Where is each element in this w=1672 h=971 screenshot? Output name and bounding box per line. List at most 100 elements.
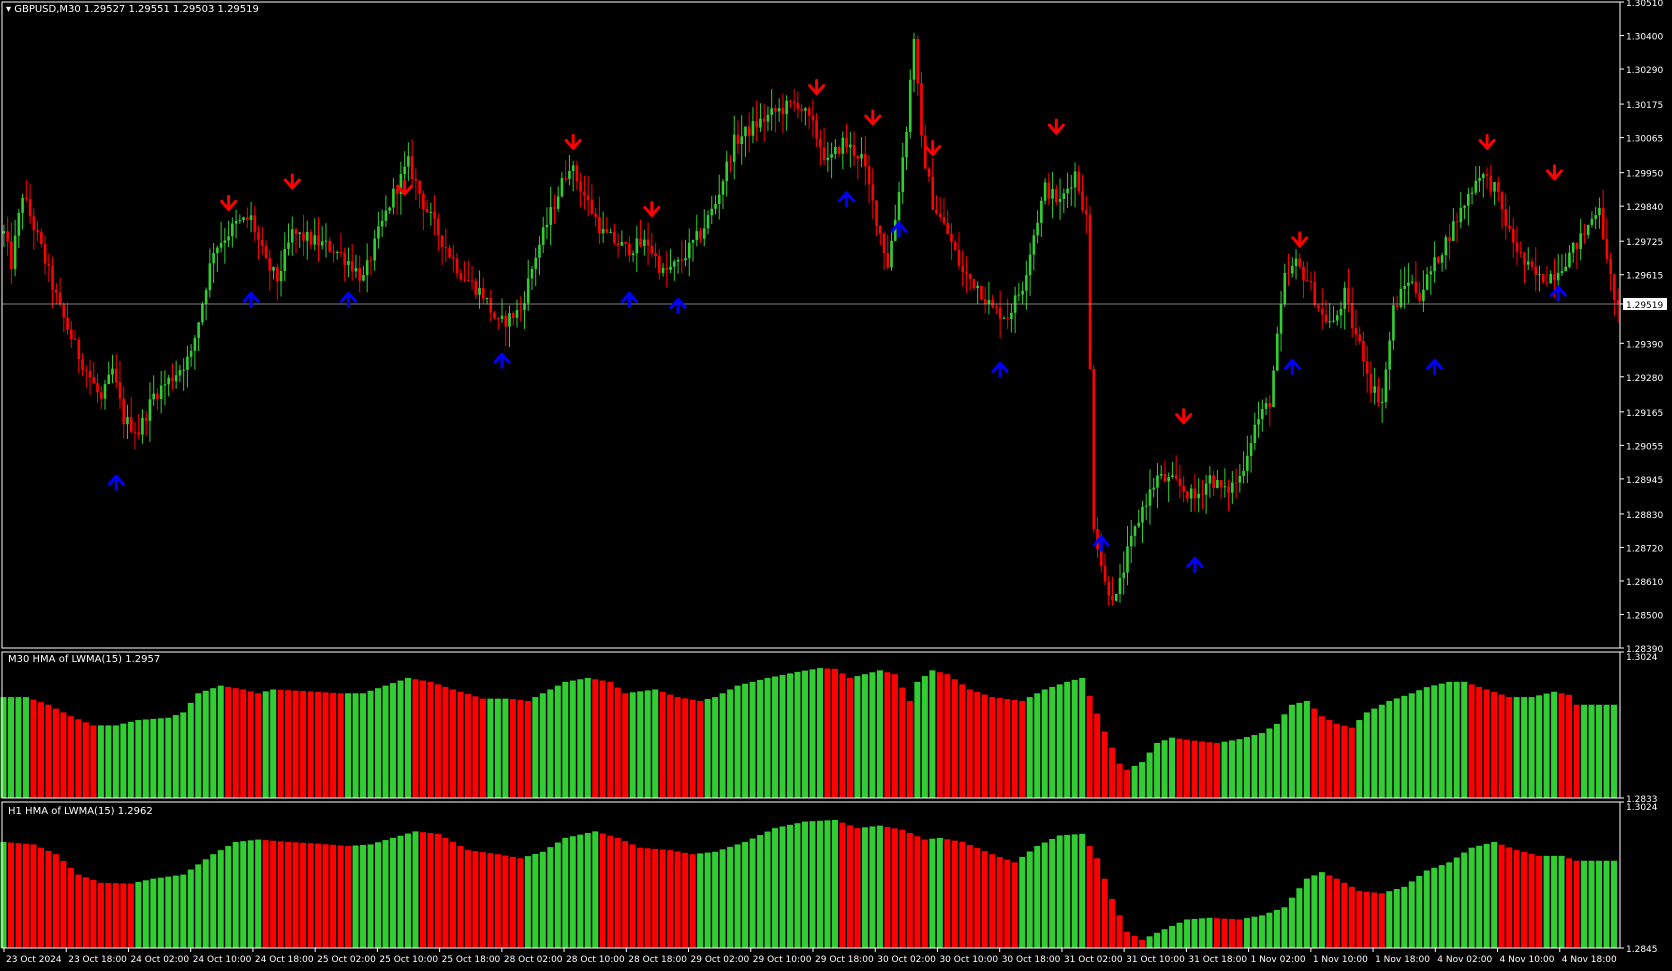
m30-hist-bar — [637, 691, 644, 798]
candle-body — [1410, 281, 1414, 283]
x-tick-label: 24 Oct 10:00 — [193, 955, 252, 965]
candle-body — [1463, 205, 1466, 208]
m30-hist-bar — [1199, 741, 1206, 798]
h1-hist-bar — [607, 835, 614, 948]
m30-hist-bar — [876, 670, 883, 798]
candle-body — [856, 155, 860, 159]
x-tick-label: 25 Oct 10:00 — [379, 955, 438, 965]
m30-hist-bar — [607, 681, 614, 798]
candle-body — [571, 165, 575, 172]
m30-hist-bar — [1228, 740, 1235, 798]
m30-hist-bar — [981, 694, 988, 798]
m30-hist-bar — [262, 691, 269, 798]
candle-body — [1579, 233, 1582, 250]
m30-hist-bar — [779, 674, 786, 798]
candle-body — [463, 279, 466, 281]
m30-hist-bar — [764, 677, 771, 798]
m30-hist-bar — [719, 693, 726, 798]
m30-hist-bar — [644, 690, 651, 798]
candle-body — [1122, 572, 1126, 579]
h1-hist-bar — [60, 860, 67, 948]
candle-body — [519, 310, 523, 312]
h1-hist-bar — [727, 846, 734, 948]
h1-hist-bar — [494, 854, 501, 948]
candle-body — [822, 147, 826, 161]
m30-hist-bar — [1468, 684, 1475, 798]
h1-hist-bar — [232, 841, 239, 948]
h1-hist-bar — [562, 837, 569, 948]
candle-body — [819, 138, 822, 148]
h1-hist-bar — [1363, 891, 1370, 948]
h1-hist-bar — [1273, 909, 1280, 948]
candle-body — [1066, 188, 1069, 194]
m30-hist-bar — [240, 689, 247, 798]
h1-hist-bar — [914, 836, 921, 948]
candle-body — [1261, 408, 1264, 420]
x-tick-label: 29 Oct 02:00 — [691, 955, 750, 965]
candle-body — [530, 268, 534, 279]
m30-hist-bar — [1026, 697, 1033, 798]
m30-hist-bar — [1273, 723, 1280, 798]
candle-body — [152, 393, 155, 400]
h1-hist-bar — [30, 844, 37, 948]
h1-hist-bar — [1071, 834, 1078, 948]
candle-body — [1141, 506, 1144, 523]
h1-hist-bar — [742, 841, 749, 948]
candle-body — [283, 248, 287, 271]
candle-body — [1403, 285, 1406, 289]
m30-hist-bar — [787, 673, 794, 798]
m30-y-tick-label: 1.3024 — [1626, 653, 1658, 663]
m30-hist-bar — [839, 673, 846, 798]
candle-body — [287, 242, 290, 249]
m30-hist-bar — [307, 691, 314, 798]
candle-body — [1362, 341, 1365, 362]
h1-hist-bar — [1558, 855, 1565, 948]
candle-body — [1407, 282, 1410, 286]
h1-hist-bar — [1296, 888, 1303, 948]
candle-body — [189, 350, 193, 357]
m30-hist-bar — [1348, 727, 1355, 798]
m30-hist-bar — [1184, 739, 1191, 798]
candle-body — [1219, 480, 1223, 488]
candle-body — [144, 417, 148, 421]
candle-body — [995, 307, 998, 309]
candle-body — [1373, 386, 1376, 393]
h1-hist-bar — [861, 827, 868, 948]
m30-hist-bar — [375, 688, 382, 798]
h1-hist-bar — [427, 832, 434, 948]
h1-hist-bar — [1401, 886, 1408, 948]
candle-body — [1489, 175, 1493, 192]
symbol-title: ▾ GBPUSD,M30 1.29527 1.29551 1.29503 1.2… — [6, 4, 259, 15]
candle-body — [511, 313, 515, 318]
x-tick-label: 31 Oct 10:00 — [1126, 955, 1185, 965]
dropdown-triangle-icon[interactable]: ▾ — [6, 4, 11, 15]
h1-hist-bar — [1303, 878, 1310, 948]
candle-body — [807, 108, 811, 116]
candle-body — [1504, 209, 1508, 226]
m30-hist-bar — [1034, 693, 1041, 798]
m30-hist-bar — [734, 685, 741, 798]
m30-hist-bar — [524, 700, 531, 798]
candle-body — [186, 356, 189, 370]
candle-body — [1545, 282, 1549, 284]
candle-body — [1429, 271, 1433, 275]
candle-body — [1556, 272, 1560, 281]
y-tick-label: 1.28610 — [1626, 578, 1663, 588]
m30-hist-bar — [1086, 695, 1093, 798]
m30-hist-bar — [277, 689, 284, 798]
candle-body — [1178, 478, 1182, 486]
candle-body — [1414, 281, 1418, 293]
h1-hist-bar — [1326, 875, 1333, 948]
m30-hist-bar — [629, 692, 636, 798]
h1-hist-bar — [75, 874, 82, 948]
x-tick-label: 24 Oct 02:00 — [130, 955, 189, 965]
candle-body — [1167, 477, 1170, 482]
h1-hist-bar — [300, 842, 307, 948]
candle-body — [332, 251, 335, 253]
candle-body — [590, 200, 594, 214]
h1-hist-bar — [360, 844, 367, 948]
candle-body — [227, 236, 230, 241]
candle-body — [77, 339, 81, 360]
candle-body — [579, 181, 582, 192]
candle-body — [1571, 242, 1575, 253]
